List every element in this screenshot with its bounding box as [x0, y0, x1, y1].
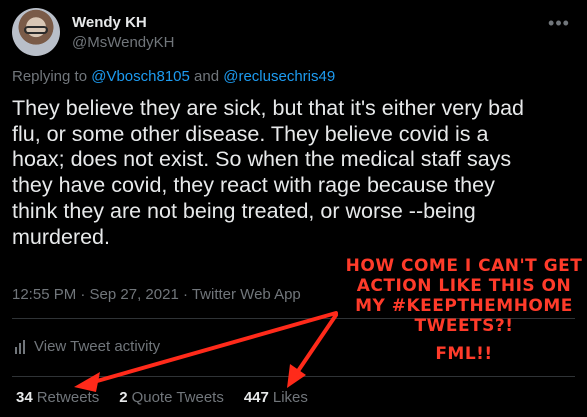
likes-count: 447	[243, 389, 269, 406]
quote-tweets-label: Quote Tweets	[131, 389, 224, 406]
red-annotation-text: HOW COME I CAN'T GET ACTION LIKE THIS ON…	[344, 256, 584, 364]
author-names: Wendy KH @MsWendyKH	[72, 13, 174, 52]
quote-tweets-stat[interactable]: 2 Quote Tweets	[119, 389, 224, 406]
mention-reclusechris49[interactable]: @reclusechris49	[223, 68, 335, 85]
analytics-icon	[15, 339, 25, 354]
avatar[interactable]	[12, 8, 60, 56]
mention-vbosch8105[interactable]: @Vbosch8105	[91, 68, 190, 85]
likes-label: Likes	[272, 389, 308, 406]
tweet-stats: 34 Retweets 2 Quote Tweets 447 Likes	[16, 389, 328, 406]
retweets-label: Retweets	[36, 389, 100, 406]
replying-joiner: and	[189, 68, 224, 85]
author-display-name[interactable]: Wendy KH	[72, 13, 174, 32]
replying-to: Replying to @Vbosch8105 and @reclusechri…	[12, 68, 335, 85]
quote-tweets-count: 2	[119, 389, 128, 406]
annotation-line: ACTION LIKE THIS ON	[356, 276, 572, 296]
replying-prefix: Replying to	[12, 68, 92, 85]
likes-stat[interactable]: 447 Likes	[244, 389, 308, 406]
tweet-text: They believe they are sick, but that it'…	[12, 96, 525, 249]
annotation-line: TWEETS?!	[414, 316, 514, 336]
more-options-button[interactable]: •••	[543, 7, 575, 39]
view-tweet-activity-button[interactable]: View Tweet activity	[14, 338, 160, 355]
annotation-line: MY #KEEPTHEMHOME	[355, 296, 573, 316]
author-handle[interactable]: @MsWendyKH	[72, 33, 174, 52]
tweet-timestamp-source[interactable]: 12:55 PM · Sep 27, 2021 · Twitter Web Ap…	[12, 286, 301, 303]
view-tweet-activity-label: View Tweet activity	[34, 338, 161, 355]
annotation-fml: FML!!	[435, 344, 493, 364]
tweet-header: Wendy KH @MsWendyKH	[12, 8, 174, 56]
annotation-line: HOW COME I CAN'T GET	[345, 256, 583, 276]
divider	[12, 376, 575, 377]
arrow-to-likes	[287, 313, 338, 388]
retweets-count: 34	[16, 389, 33, 406]
retweets-stat[interactable]: 34 Retweets	[16, 389, 99, 406]
glasses-detail	[24, 26, 48, 34]
